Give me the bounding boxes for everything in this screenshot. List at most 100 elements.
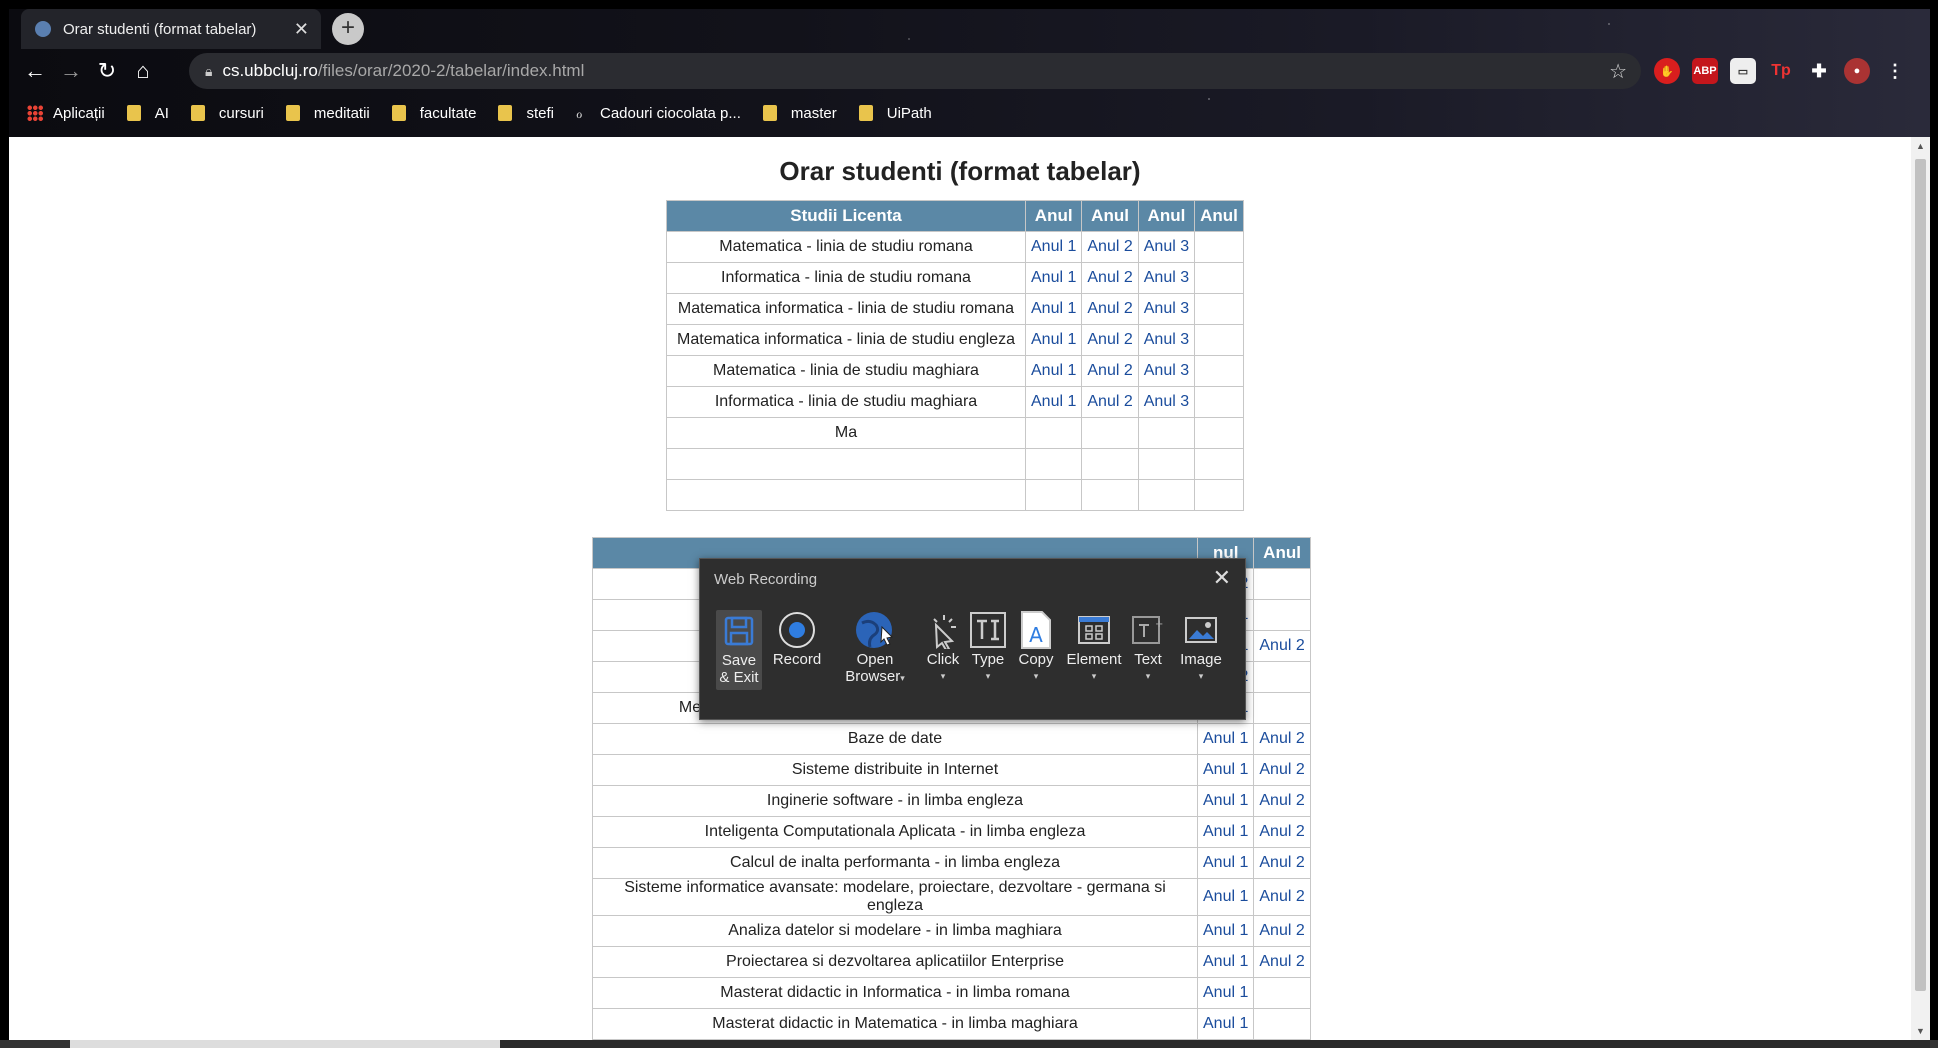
header-year: Anul [1253,537,1311,569]
year-link[interactable]: Anul 2 [1253,946,1311,978]
extensions-puzzle-icon[interactable]: ✚ [1806,58,1832,84]
new-tab-button[interactable]: + [332,13,364,45]
year-link[interactable]: Anul 2 [1253,630,1311,662]
extension-tp-icon[interactable]: Tp [1768,58,1794,84]
table-row: Masterat didactic in Informatica - in li… [592,977,1311,1009]
program-name: Matematica informatica - linia de studiu… [666,293,1026,325]
extension-chat-icon[interactable]: ▭ [1730,58,1756,84]
bookmark-folder[interactable]: cursuri [190,105,264,122]
text-button[interactable]: + Text ▾ [1126,609,1170,685]
bookmark-label: AI [154,104,169,122]
table-row: Matematica - linia de studiu romana Anul … [666,231,1244,263]
year-link [1024,448,1083,480]
home-icon[interactable]: ⌂ [125,58,161,84]
scroll-up-icon[interactable]: ▲ [1911,141,1930,151]
record-button[interactable]: Record [768,609,826,668]
program-name: Baze de date [592,723,1198,755]
year-link[interactable]: Anul 2 [1253,878,1311,916]
year-link[interactable]: Anul 2 [1081,293,1139,325]
year-link[interactable]: Anul 1 [1024,386,1083,418]
year-link[interactable]: Anul 1 [1024,293,1083,325]
bookmark-folder[interactable]: meditatii [285,105,370,122]
bookmark-link[interactable]: ℴ Cadouri ciocolata p... [576,105,741,122]
year-link[interactable]: Anul 1 [1196,816,1255,848]
year-link[interactable]: Anul 3 [1137,386,1196,418]
bookmark-folder[interactable]: UiPath [858,105,932,122]
element-icon [1062,609,1126,651]
click-button[interactable]: Click ▾ [918,609,968,685]
element-button[interactable]: Element ▾ [1062,609,1126,685]
copy-label: Copy [1018,651,1054,668]
year-link[interactable]: Anul 2 [1253,754,1311,786]
bookmark-folder[interactable]: master [762,105,837,122]
year-link[interactable]: Anul 1 [1196,785,1255,817]
menu-kebab-icon[interactable]: ⋮ [1882,58,1908,84]
extension-hand-icon[interactable]: ✋ [1654,58,1680,84]
year-link[interactable]: Anul 2 [1081,231,1139,263]
copy-button[interactable]: A Copy ▾ [1014,609,1058,685]
year-link[interactable]: Anul 1 [1196,946,1255,978]
year-link[interactable]: Anul 3 [1137,262,1196,294]
scroll-down-icon[interactable]: ▼ [1911,1026,1930,1036]
year-link[interactable]: Anul 1 [1024,355,1083,387]
page-content: Orar studenti (format tabelar) Studii Li… [9,137,1911,1040]
year-link [1253,599,1311,631]
year-link[interactable]: Anul 3 [1137,293,1196,325]
year-link [1081,448,1139,480]
year-link[interactable]: Anul 3 [1137,231,1196,263]
url-path: /files/orar/2020-2/tabelar/index.html [317,61,585,80]
close-icon[interactable]: ✕ [1213,565,1231,591]
bookmark-folder[interactable]: facultate [391,105,476,122]
year-link[interactable]: Anul 1 [1196,915,1255,947]
year-link[interactable]: Anul 1 [1024,231,1083,263]
forward-arrow-icon[interactable]: → [53,58,89,84]
vertical-scrollbar[interactable]: ▲ ▼ [1911,137,1930,1040]
record-label: Record [772,651,822,668]
year-link[interactable]: Anul 2 [1253,915,1311,947]
year-link[interactable]: Anul 3 [1137,355,1196,387]
adblock-icon[interactable]: ABP [1692,58,1718,84]
year-link[interactable]: Anul 1 [1196,1008,1255,1040]
scrollbar-thumb[interactable] [1915,159,1926,991]
year-link[interactable]: Anul 2 [1253,847,1311,879]
bookmark-apps[interactable]: Aplicații [27,105,105,122]
type-button[interactable]: Type ▾ [966,609,1010,685]
bookmark-star-icon[interactable]: ☆ [1609,59,1627,84]
program-name: Informatica - linia de studiu romana [666,262,1026,294]
element-label: Element [1066,651,1122,668]
year-link[interactable]: Anul 2 [1081,386,1139,418]
year-link[interactable]: Anul 1 [1196,847,1255,879]
year-link[interactable]: Anul 1 [1196,977,1255,1009]
year-link[interactable]: Anul 1 [1196,754,1255,786]
bookmark-folder[interactable]: AI [126,104,169,122]
year-link[interactable]: Anul 2 [1253,816,1311,848]
year-link[interactable]: Anul 2 [1253,723,1311,755]
bookmark-folder[interactable]: stefi [498,105,554,122]
save-exit-button[interactable]: Save & Exit [716,610,762,690]
browser-tab[interactable]: Orar studenti (format tabelar) ✕ [21,9,321,49]
address-bar[interactable]: 🔒︎ cs.ubbcluj.ro/files/orar/2020-2/tabel… [189,53,1641,89]
year-link[interactable]: Anul 2 [1253,785,1311,817]
year-link[interactable]: Anul 3 [1137,324,1196,356]
back-arrow-icon[interactable]: ← [17,58,53,84]
folder-icon [190,105,205,121]
year-link [1253,977,1311,1009]
program-name: Informatica - linia de studiu maghiara [666,386,1026,418]
year-link[interactable]: Anul 1 [1024,324,1083,356]
header-year: Anul [1081,200,1139,232]
year-link[interactable]: Anul 2 [1081,355,1139,387]
reload-icon[interactable]: ↻ [89,58,125,84]
table-header-row: Studii Licenta Anul Anul Anul Anul [666,200,1244,232]
year-link [1137,479,1196,511]
profile-avatar[interactable]: ● [1844,58,1870,84]
extensions-area: ✋ ABP ▭ Tp ✚ ● ⋮ [1654,53,1908,89]
year-link[interactable]: Anul 2 [1081,262,1139,294]
image-button[interactable]: Image ▾ [1174,609,1228,685]
close-tab-icon[interactable]: ✕ [294,19,309,40]
year-link[interactable]: Anul 1 [1196,723,1255,755]
year-link[interactable]: Anul 1 [1196,878,1255,916]
table-row [666,479,1244,511]
year-link[interactable]: Anul 1 [1024,262,1083,294]
open-browser-button[interactable]: Open Browser▾ [840,609,910,687]
year-link[interactable]: Anul 2 [1081,324,1139,356]
